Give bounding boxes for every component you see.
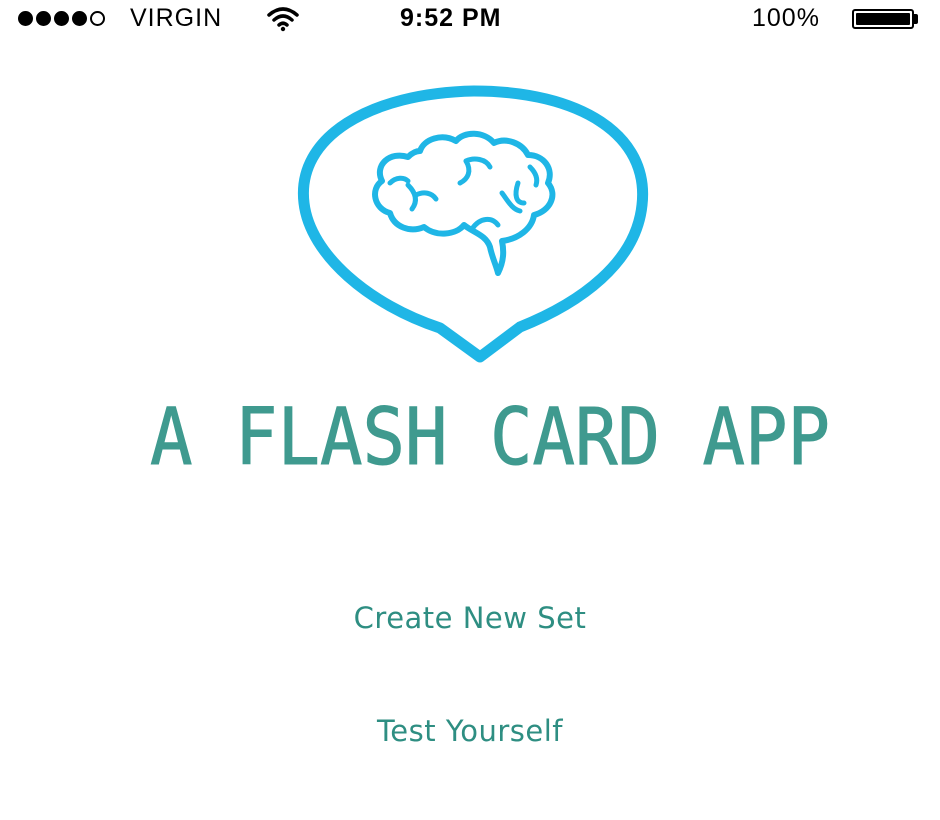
signal-strength-icon	[18, 11, 105, 26]
app-title-logotype: A FLASH CARD APP	[150, 393, 831, 483]
brain-pin-icon	[297, 85, 649, 363]
clock: 9:52 PM	[400, 4, 502, 32]
battery-level-fill	[856, 13, 910, 25]
brain-fold	[387, 175, 411, 186]
test-yourself-button[interactable]: Test Yourself	[0, 713, 940, 749]
brain-fold	[513, 180, 527, 206]
brain-fold	[527, 164, 540, 188]
battery-icon	[852, 9, 914, 29]
signal-dot	[54, 11, 69, 26]
app-title-text: A FLASH CARD APP	[150, 393, 830, 482]
signal-dot	[36, 11, 51, 26]
signal-dot	[90, 11, 105, 26]
signal-dot	[72, 11, 87, 26]
status-bar: VIRGIN 9:52 PM 100%	[0, 0, 940, 40]
create-new-set-button[interactable]: Create New Set	[0, 600, 940, 636]
brain-fold	[413, 190, 439, 202]
battery-nub	[914, 14, 918, 24]
brain-fold	[405, 182, 418, 212]
brain-fold	[457, 158, 472, 186]
wifi-icon	[266, 6, 300, 39]
battery-percent: 100%	[752, 4, 820, 32]
signal-dot	[18, 11, 33, 26]
brain-fold	[469, 217, 501, 232]
carrier-name: VIRGIN	[130, 4, 223, 32]
home-screen: VIRGIN 9:52 PM 100% A FLASH CARD APP Cre…	[0, 0, 940, 820]
